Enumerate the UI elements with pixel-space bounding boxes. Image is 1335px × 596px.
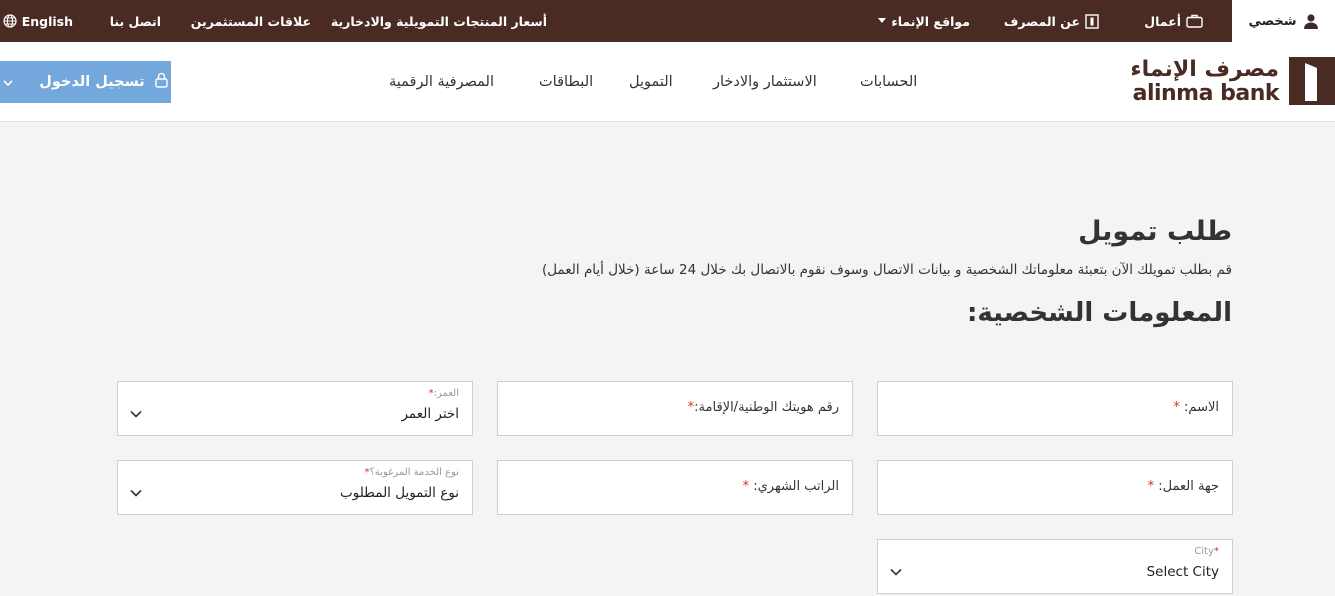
service-type-label: نوع الخدمة المرغوبة؟ (369, 467, 460, 478)
tab-personal-label: شخصي (1248, 13, 1297, 29)
national-id-field[interactable]: رقم هويتك الوطنية/الإقامة:* (497, 381, 853, 436)
nav-cards[interactable]: البطاقات (539, 74, 593, 90)
nav-finance[interactable]: التمويل (629, 74, 673, 90)
top-bar: شخصي أعمال عن المصرف مواقع الإنماء أسعار… (0, 0, 1335, 42)
login-button[interactable]: تسجيل الدخول (0, 61, 171, 103)
contact-link[interactable]: اتصل بنا (110, 0, 161, 42)
about-link[interactable]: عن المصرف (1004, 0, 1099, 42)
lock-icon (155, 72, 168, 92)
language-switch[interactable]: English (3, 0, 73, 42)
national-id-label: رقم هويتك الوطنية/الإقامة: (694, 400, 839, 415)
logo-mark-icon (1289, 57, 1335, 105)
employer-field[interactable]: جهة العمل: * (877, 460, 1233, 515)
required-mark: * (1173, 400, 1180, 415)
age-label: العمر: (433, 388, 459, 399)
name-label: الاسم: (1184, 400, 1219, 415)
investors-link[interactable]: علاقات المستثمرين (191, 0, 311, 42)
contact-label: اتصل بنا (109, 13, 161, 29)
user-icon (1303, 13, 1319, 29)
nav-invest[interactable]: الاستثمار والادخار (713, 74, 817, 90)
chevron-down-icon (130, 403, 142, 422)
language-label: English (21, 13, 73, 29)
globe-icon (3, 14, 17, 28)
city-label: City (1194, 546, 1214, 557)
salary-label: الراتب الشهري: (753, 479, 839, 494)
about-label: عن المصرف (1003, 13, 1080, 29)
salary-field[interactable]: الراتب الشهري: * (497, 460, 853, 515)
chevron-down-icon (890, 561, 902, 580)
main-header: مصرف الإنماء alinma bank الحسابات الاستث… (0, 42, 1335, 122)
briefcase-icon (1186, 14, 1203, 28)
city-select[interactable]: *City Select City (877, 539, 1233, 594)
page-subtitle: قم بطلب تمويلك الآن بتعبئة معلوماتك الشخ… (541, 262, 1232, 278)
nav-digital[interactable]: المصرفية الرقمية (389, 74, 494, 90)
branches-dropdown[interactable]: مواقع الإنماء (878, 0, 970, 42)
prices-label: أسعار المنتجات التمويلية والادخارية (330, 13, 547, 29)
required-mark: * (742, 479, 750, 494)
tab-business-label: أعمال (1144, 13, 1181, 29)
prices-link[interactable]: أسعار المنتجات التمويلية والادخارية (331, 0, 547, 42)
branches-label: مواقع الإنماء (891, 13, 970, 29)
age-select[interactable]: العمر:* اختر العمر (117, 381, 473, 436)
chevron-down-icon (3, 74, 13, 90)
service-type-value: نوع التمويل المطلوب (340, 485, 459, 501)
login-label: تسجيل الدخول (39, 74, 145, 90)
page-title: طلب تمويل (1078, 216, 1232, 247)
name-field[interactable]: الاسم: * (877, 381, 1233, 436)
logo-arabic: مصرف الإنماء (1130, 57, 1279, 82)
required-mark: * (1214, 546, 1219, 557)
nav-accounts[interactable]: الحسابات (860, 74, 917, 90)
employer-label: جهة العمل: (1158, 479, 1219, 494)
age-value: اختر العمر (401, 406, 459, 422)
tab-personal[interactable]: شخصي (1232, 0, 1335, 42)
tab-business[interactable]: أعمال (1144, 0, 1203, 42)
caret-down-icon (878, 18, 887, 24)
city-value: Select City (1146, 564, 1219, 580)
alinma-logo[interactable]: مصرف الإنماء alinma bank (1130, 57, 1335, 109)
service-type-select[interactable]: نوع الخدمة المرغوبة؟* نوع التمويل المطلو… (117, 460, 473, 515)
required-mark: * (1147, 479, 1155, 494)
building-icon (1085, 13, 1099, 29)
investors-label: علاقات المستثمرين (190, 13, 311, 29)
section-title: المعلومات الشخصية: (966, 298, 1232, 328)
chevron-down-icon (130, 482, 142, 501)
logo-english: alinma bank (1132, 81, 1280, 106)
